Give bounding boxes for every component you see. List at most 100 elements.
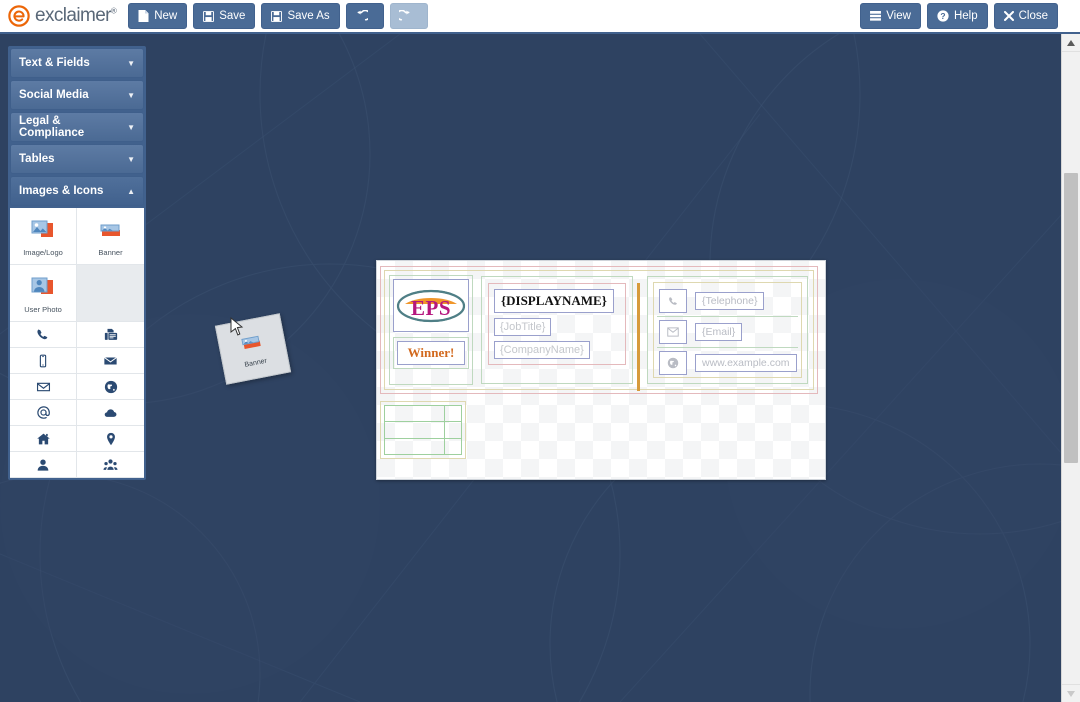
- sidebar-item-user-photo[interactable]: User Photo: [10, 265, 77, 322]
- images-icons-panel: Image/Logo Banner User Photo: [10, 208, 144, 478]
- save-button[interactable]: Save: [193, 3, 256, 29]
- svg-text:?: ?: [940, 11, 945, 21]
- map-pin-icon: [104, 432, 118, 446]
- name-block[interactable]: {DISPLAYNAME} {JobTitle} {CompanyName}: [488, 283, 626, 365]
- cloud-icon: [103, 406, 118, 420]
- eps-logo[interactable]: EPS: [393, 279, 469, 332]
- help-button-label: Help: [953, 10, 978, 22]
- table-cell[interactable]: [383, 404, 446, 423]
- sidebar-icon-at-sign[interactable]: [10, 400, 77, 426]
- sidebar-empty-cell: [77, 265, 144, 322]
- group-users-icon: [103, 458, 118, 472]
- globe-icon: [659, 351, 687, 375]
- save-as-button[interactable]: Save As: [261, 3, 340, 29]
- chevron-down-icon: [1067, 690, 1075, 697]
- scroll-up-button[interactable]: [1062, 34, 1080, 52]
- sidebar-section-images-icons[interactable]: Images & Icons ▲: [10, 176, 144, 206]
- sidebar-section-social-media[interactable]: Social Media ▼: [10, 80, 144, 110]
- new-button-label: New: [154, 10, 178, 22]
- vertical-scrollbar[interactable]: [1061, 34, 1080, 702]
- table-cell[interactable]: [444, 404, 462, 423]
- table-cell[interactable]: [444, 437, 462, 456]
- signature-details-column[interactable]: {DISPLAYNAME} {JobTitle} {CompanyName}: [477, 271, 640, 391]
- job-title-field[interactable]: {JobTitle}: [494, 318, 552, 336]
- redo-button[interactable]: [389, 3, 428, 29]
- view-button-label: View: [886, 10, 911, 22]
- top-toolbar: exclaimer® New Save Save As View ? Help …: [0, 0, 1080, 34]
- close-button[interactable]: Close: [993, 3, 1058, 29]
- save-as-button-label: Save As: [287, 10, 330, 22]
- website-field[interactable]: www.example.com: [695, 354, 797, 372]
- email-field[interactable]: {Email}: [695, 323, 743, 341]
- sidebar-icon-globe[interactable]: [77, 374, 144, 400]
- chevron-down-icon: ▼: [127, 122, 135, 132]
- sidebar-icon-envelope-outline[interactable]: [10, 374, 77, 400]
- view-button[interactable]: View: [860, 3, 921, 29]
- sidebar-icon-user[interactable]: [10, 452, 77, 478]
- sidebar-section-label: Legal & Compliance: [19, 115, 85, 139]
- undo-button[interactable]: [345, 3, 384, 29]
- editor-workspace[interactable]: Text & Fields ▼ Social Media ▼ Legal & C…: [0, 34, 1062, 702]
- sidebar-section-legal-compliance[interactable]: Legal & Compliance ▼: [10, 112, 144, 142]
- toolbar-left-group: New Save Save As: [128, 3, 428, 29]
- company-name-field[interactable]: {CompanyName}: [494, 341, 590, 359]
- telephone-field[interactable]: {Telephone}: [695, 292, 765, 310]
- sidebar-section-text-fields[interactable]: Text & Fields ▼: [10, 48, 144, 78]
- table-row[interactable]: [383, 421, 462, 439]
- signature-logo-column[interactable]: EPS Winner!: [385, 271, 477, 389]
- table-cell[interactable]: [383, 437, 446, 456]
- mobile-phone-icon: [36, 354, 50, 368]
- sidebar-icon-mobile[interactable]: [10, 348, 77, 374]
- sidebar-icon-group-users[interactable]: [77, 452, 144, 478]
- sidebar-icon-cloud[interactable]: [77, 400, 144, 426]
- contact-row-telephone[interactable]: {Telephone}: [657, 286, 798, 317]
- sidebar-icon-home[interactable]: [10, 426, 77, 452]
- phone-icon: [659, 289, 687, 313]
- chevron-down-icon: ▼: [127, 154, 135, 164]
- chevron-down-icon: ▼: [127, 90, 135, 100]
- contact-cell-tan: {Telephone} {Email} www.example.com: [653, 282, 802, 378]
- empty-table[interactable]: [383, 404, 462, 456]
- award-badge[interactable]: Winner!: [397, 341, 465, 365]
- display-name-field[interactable]: {DISPLAYNAME}: [494, 289, 614, 313]
- sidebar-icon-envelope-solid[interactable]: [77, 348, 144, 374]
- floppy-disk-icon: [203, 10, 215, 22]
- sidebar-icon-fax[interactable]: [77, 322, 144, 348]
- table-cell[interactable]: [383, 421, 446, 439]
- globe-icon: [104, 380, 118, 394]
- user-icon: [36, 458, 50, 472]
- at-sign-icon: [36, 405, 51, 420]
- question-circle-icon: ?: [937, 10, 949, 22]
- redo-arrow-icon: [398, 9, 412, 23]
- brand-name-text: exclaimer: [35, 5, 112, 26]
- help-button[interactable]: ? Help: [926, 3, 988, 29]
- signature-canvas[interactable]: EPS Winner! {DISPLAYNAME} {JobTitle} {Co…: [376, 260, 826, 480]
- signature-table-outer[interactable]: EPS Winner! {DISPLAYNAME} {JobTitle} {Co…: [380, 266, 818, 394]
- scroll-down-button[interactable]: [1062, 684, 1080, 702]
- document-icon: [138, 10, 149, 22]
- scrollbar-thumb[interactable]: [1064, 173, 1078, 463]
- contact-cell-green: {Telephone} {Email} www.example.com: [647, 276, 808, 384]
- mouse-cursor-icon: [230, 316, 246, 337]
- sidebar-section-tables[interactable]: Tables ▼: [10, 144, 144, 174]
- phone-icon: [36, 328, 50, 342]
- image-logo-icon: [30, 219, 56, 246]
- sidebar-icon-map-pin[interactable]: [77, 426, 144, 452]
- empty-table-wrapper[interactable]: [380, 401, 466, 459]
- table-cell[interactable]: [444, 421, 462, 439]
- sidebar-icon-phone[interactable]: [10, 322, 77, 348]
- scrollbar-track[interactable]: [1062, 51, 1080, 685]
- signature-contact-column[interactable]: {Telephone} {Email} www.example.com: [637, 271, 813, 389]
- contact-row-email[interactable]: {Email}: [657, 317, 798, 348]
- sidebar-item-banner[interactable]: Banner: [77, 208, 144, 265]
- table-row[interactable]: [383, 437, 462, 456]
- brand-logo: exclaimer®: [8, 5, 117, 27]
- vertical-divider: [637, 283, 640, 391]
- new-button[interactable]: New: [128, 3, 188, 29]
- sidebar-item-label: Image/Logo: [23, 248, 63, 257]
- drag-ghost-banner[interactable]: Banner: [214, 313, 292, 385]
- table-row[interactable]: [383, 404, 462, 423]
- sidebar-item-image-logo[interactable]: Image/Logo: [10, 208, 77, 265]
- sidebar-section-label: Text & Fields: [19, 57, 90, 69]
- contact-row-website[interactable]: www.example.com: [657, 348, 798, 378]
